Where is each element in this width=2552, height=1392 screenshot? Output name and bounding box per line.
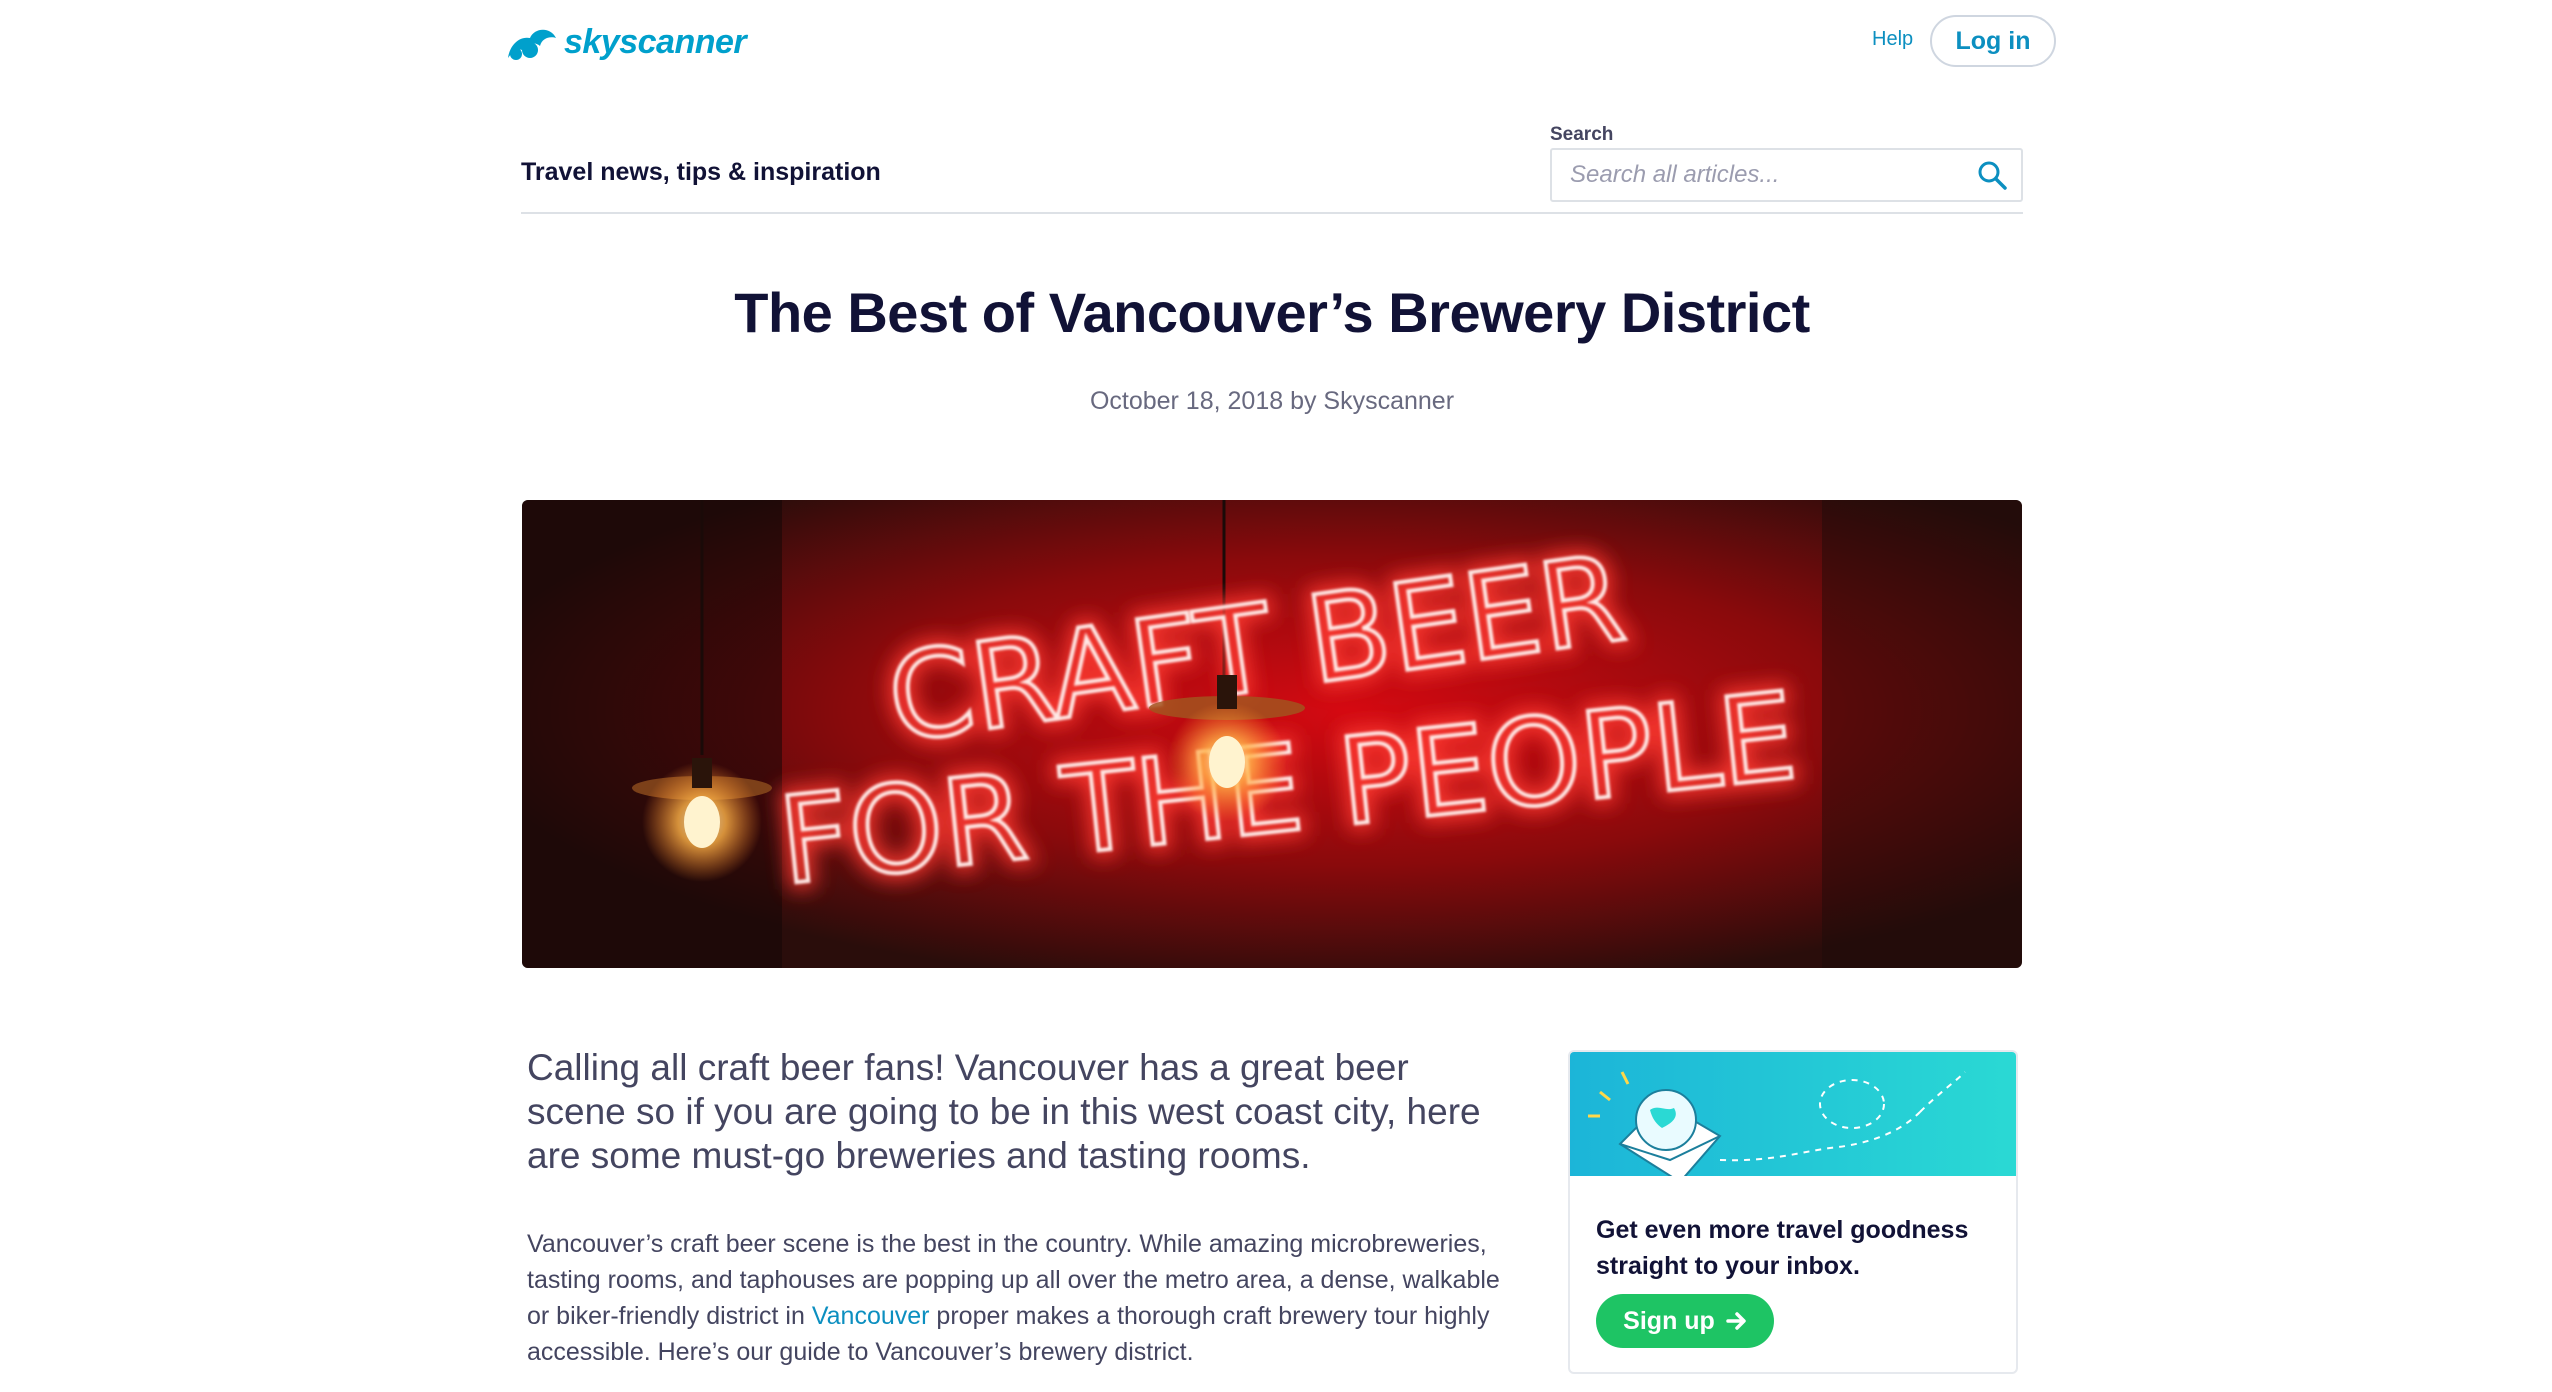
newsletter-card: Get even more travel goodness straight t… [1568, 1050, 2018, 1374]
search-input[interactable] [1568, 160, 1977, 190]
section-title: Travel news, tips & inspiration [521, 158, 881, 186]
search-icon[interactable] [1977, 160, 2007, 190]
article-byline: October 18, 2018 by Skyscanner [1089, 387, 1455, 415]
skyscanner-cloud-icon [508, 29, 556, 60]
search-label: Search [1550, 124, 1614, 145]
article-lead: Calling all craft beer fans! Vancouver h… [527, 1047, 1481, 1176]
signup-button[interactable]: Sign up [1596, 1294, 1774, 1348]
article-title: The Best of Vancouver’s Brewery District [734, 281, 1810, 344]
newsletter-banner [1570, 1052, 2016, 1176]
hero-image: CRAFT BEER FOR THE PEOPLE CRAFT BEER FOR… [522, 500, 2022, 968]
newsletter-heading: Get even more travel goodness straight t… [1596, 1216, 1969, 1280]
arrow-right-icon [1726, 1312, 1746, 1330]
search-box[interactable] [1550, 148, 2023, 202]
header-divider [521, 212, 2023, 214]
article-paragraph: Vancouver’s craft beer scene is the best… [527, 1226, 1517, 1370]
skyscanner-logo[interactable]: skyscanner [506, 18, 747, 66]
logo-text: skyscanner [564, 22, 747, 61]
signup-label: Sign up [1623, 1306, 1715, 1335]
help-link[interactable]: Help [1872, 28, 1913, 51]
vancouver-link[interactable]: Vancouver [812, 1302, 930, 1330]
login-button[interactable]: Log in [1930, 15, 2056, 67]
